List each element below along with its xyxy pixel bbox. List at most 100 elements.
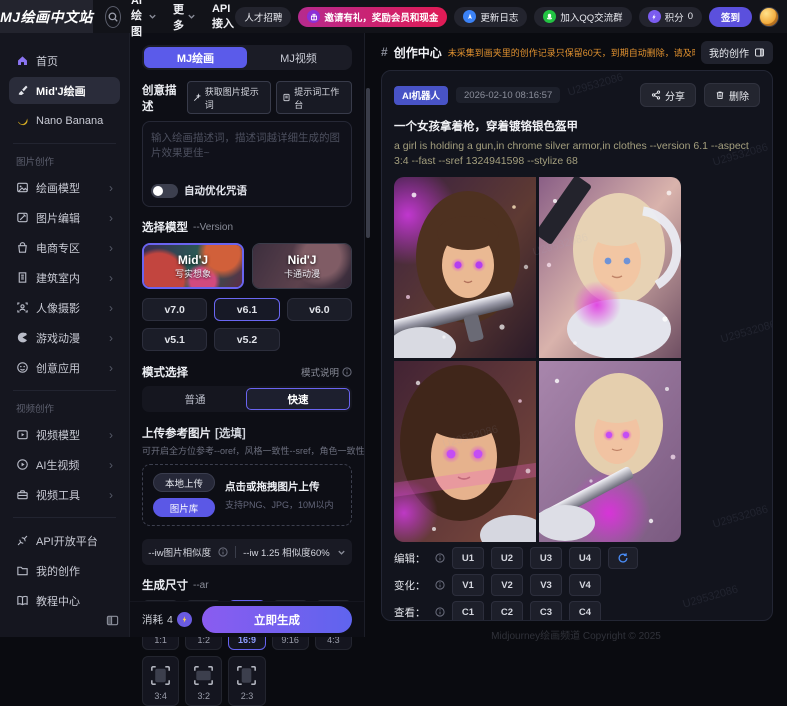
sidebar-item-image-edit[interactable]: 图片编辑› [9,204,120,231]
ratio-3-2[interactable]: 3:2 [185,656,222,706]
button-label: 提示词工作台 [294,85,346,111]
user-avatar[interactable] [759,7,779,27]
invite-button[interactable]: 邀请有礼，奖励会员和现金 [298,7,447,27]
jobs-button[interactable]: 人才招聘 [235,7,291,27]
view-c1-button[interactable]: C1 [452,601,484,621]
view-c2-button[interactable]: C2 [491,601,523,621]
sidebar-item-midj-draw[interactable]: Mid'J绘画 [9,77,120,104]
sidebar-item-game-anime[interactable]: 游戏动漫› [9,324,120,351]
sidebar-item-creative-apps[interactable]: 创意应用› [9,354,120,381]
sidebar-item-my-creations[interactable]: 我的创作 [9,557,120,584]
ratio-3-4[interactable]: 3:4 [142,656,179,706]
model-section-label: 选择模型 [142,219,188,235]
variation-v2-button[interactable]: V2 [491,574,523,596]
points-pill[interactable]: 积分 0 [639,7,702,27]
upload-dropzone[interactable]: 本地上传 图片库 点击或拖拽图片上传 支持PNG、JPG，10M以内 [142,464,352,526]
info-icon[interactable] [435,580,445,590]
mode-fast[interactable]: 快速 [246,388,350,410]
my-creations-button[interactable]: 我的创作 [701,41,773,64]
version-v7.0[interactable]: v7.0 [142,298,207,321]
tab-mj-video[interactable]: MJ视频 [247,47,350,68]
checkin-button[interactable]: 签到 [709,7,752,27]
invite-label: 邀请有礼，奖励会员和现金 [324,10,438,24]
top-right: 人才招聘 邀请有礼，奖励会员和现金 更新日志 加入QQ交流群 积分 0 [235,7,787,27]
sidebar-item-draw-models[interactable]: 绘画模型› [9,174,120,201]
cost-indicator: 消耗 4 [142,612,192,627]
sidebar-item-video-models[interactable]: 视频模型› [9,421,120,448]
search-button[interactable] [105,6,121,28]
info-icon[interactable] [435,607,445,617]
sidebar-item-tutorials[interactable]: 教程中心 [9,587,120,614]
view-c4-button[interactable]: C4 [569,601,601,621]
upscale-u4-button[interactable]: U4 [569,547,601,569]
image-library-button[interactable]: 图片库 [153,498,215,517]
get-image-prompt-button[interactable]: 获取图片提示词 [187,81,271,114]
iw-similarity-bar[interactable]: --iw图片相似度 --iw 1.25 相似度60% [142,539,352,565]
bolt-icon [177,612,192,627]
sidebar-item-portrait[interactable]: 人像摄影› [9,294,120,321]
prompt-chinese: 一个女孩拿着枪，穿着镀铬银色盔甲 [394,118,760,134]
sidebar-item-home[interactable]: 首页 [9,47,120,74]
reroll-button[interactable] [608,547,638,569]
upscale-u2-button[interactable]: U2 [491,547,523,569]
sidebar-label: 人像摄影 [36,300,102,316]
divider [13,143,116,144]
info-icon [218,547,228,557]
form-bottom-bar: 消耗 4 立即生成 [130,601,364,637]
nav-api[interactable]: API接入 [212,3,235,31]
sidebar-label: Nano Banana [36,115,113,127]
sidebar-collapse-button[interactable] [106,614,119,627]
generated-image-3[interactable] [394,361,536,542]
delete-button[interactable]: 删除 [704,83,760,107]
sidebar-item-video-tools[interactable]: 视频工具› [9,481,120,508]
model-name: Mid'J [178,253,208,267]
sidebar-item-ai-video[interactable]: AI生视频› [9,451,120,478]
version-v5.2[interactable]: v5.2 [214,328,279,351]
version-v5.1[interactable]: v5.1 [142,328,207,351]
changelog-label: 更新日志 [480,10,518,24]
variation-v4-button[interactable]: V4 [569,574,601,596]
version-v6.0[interactable]: v6.0 [287,298,352,321]
scrollbar[interactable] [366,88,370,238]
chevron-right-icon: › [109,428,113,442]
size-section-label: 生成尺寸 [142,577,188,593]
refresh-icon [617,552,629,564]
mode-normal[interactable]: 普通 [144,388,246,410]
generated-image-4[interactable] [539,361,681,542]
generated-image-2[interactable] [539,177,681,358]
info-icon[interactable] [435,553,445,563]
variation-v3-button[interactable]: V3 [530,574,562,596]
generate-button[interactable]: 立即生成 [202,606,352,633]
ratio-2-3[interactable]: 2:3 [228,656,265,706]
chevron-right-icon: › [109,331,113,345]
qq-group-button[interactable]: 加入QQ交流群 [534,7,631,27]
sidebar-item-api-platform[interactable]: API开放平台 [9,527,120,554]
generated-image-grid [394,177,681,542]
sidebar-item-nano-banana[interactable]: Nano Banana [9,107,120,134]
mode-help[interactable]: 模式说明 [301,365,352,379]
chevron-down-icon [148,12,157,21]
changelog-button[interactable]: 更新日志 [454,7,527,27]
sidebar-item-ecommerce[interactable]: 电商专区› [9,234,120,261]
generated-image-1[interactable] [394,177,536,358]
view-c3-button[interactable]: C3 [530,601,562,621]
prompt-workbench-button[interactable]: 提示词工作台 [276,81,352,114]
chevron-right-icon: › [109,181,113,195]
nav-more[interactable]: 更多 [173,1,196,33]
site-logo[interactable]: MJ绘画中文站 [0,0,93,33]
prompt-textarea[interactable] [151,130,343,179]
upscale-u3-button[interactable]: U3 [530,547,562,569]
model-card-midj[interactable]: Mid'J 写实想象 [142,243,244,289]
model-card-nidj[interactable]: Nid'J 卡通动漫 [252,243,352,289]
upscale-u1-button[interactable]: U1 [452,547,484,569]
auto-optimize-toggle[interactable] [151,184,178,198]
share-button[interactable]: 分享 [640,83,696,107]
sidebar-item-architecture[interactable]: 建筑室内› [9,264,120,291]
variation-v1-button[interactable]: V1 [452,574,484,596]
version-v6.1[interactable]: v6.1 [214,298,279,321]
local-upload-button[interactable]: 本地上传 [153,473,215,492]
nav-ai-draw[interactable]: AI绘图 [131,0,157,39]
points-bolt-icon [648,10,661,23]
retention-warning: 未采集到画夹里的创作记录只保留60天，到期自动删除，请及时采集到画夹内 [448,46,695,59]
tab-mj-draw[interactable]: MJ绘画 [144,47,247,68]
